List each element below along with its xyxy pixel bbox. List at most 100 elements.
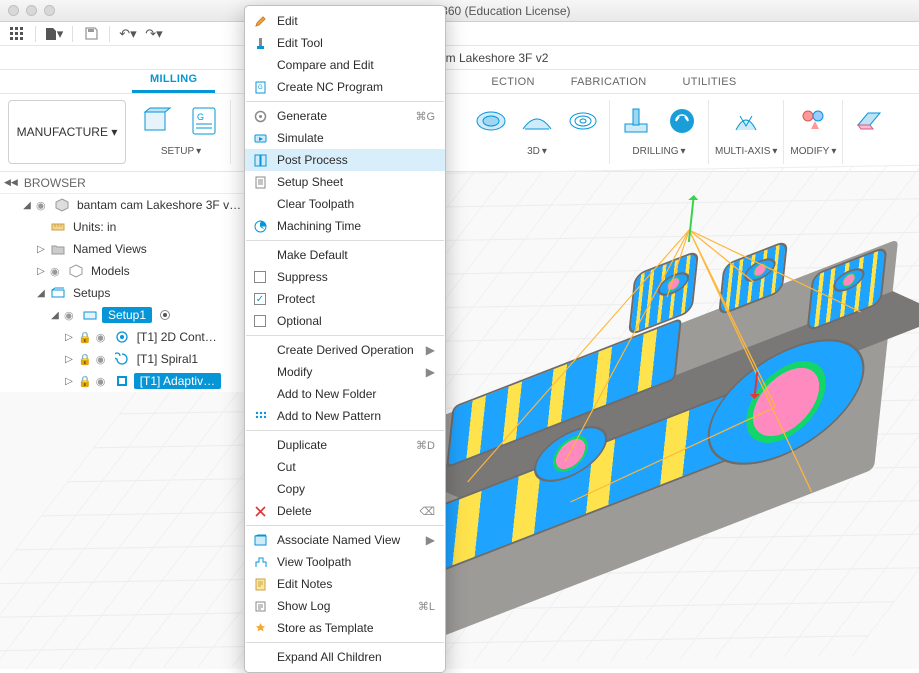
browser-op-spiral[interactable]: ▷ 🔒◉ [T1] Spiral1 <box>0 348 260 370</box>
menu-item-view-toolpath[interactable]: View Toolpath <box>245 551 445 573</box>
menu-item-label: Setup Sheet <box>277 175 435 189</box>
menu-item-label: Expand All Children <box>277 650 435 664</box>
browser-root[interactable]: ◢◉ bantam cam Lakeshore 3F v… <box>0 194 260 216</box>
menu-item-setup-sheet[interactable]: Setup Sheet <box>245 171 445 193</box>
browser-setup1[interactable]: ◢ ◉ Setup1 <box>0 304 260 326</box>
ribbon-group-setup-label[interactable]: SETUP ▾ <box>161 146 201 157</box>
menu-separator <box>246 335 444 336</box>
nc-icon: G <box>251 78 269 96</box>
submenu-arrow-icon: ▶ <box>426 533 435 547</box>
workspace-switcher[interactable]: MANUFACTURE ▾ <box>8 100 126 164</box>
menu-item-add-to-new-folder[interactable]: Add to New Folder <box>245 383 445 405</box>
pencil-icon <box>251 12 269 30</box>
3d-op1-icon[interactable] <box>471 101 511 141</box>
ribbon-group-multiaxis-label[interactable]: MULTI-AXIS ▾ <box>715 146 777 157</box>
app-grid-icon[interactable] <box>6 24 28 44</box>
menu-item-modify[interactable]: Modify▶ <box>245 361 445 383</box>
document-title-row: bantam cam Lakeshore 3F v2 <box>0 46 919 70</box>
browser-op-adaptive[interactable]: ▷ 🔒◉ [T1] Adaptiv… <box>0 370 260 392</box>
menu-item-edit[interactable]: Edit <box>245 10 445 32</box>
menu-item-machining-time[interactable]: Machining Time <box>245 215 445 237</box>
browser-setups[interactable]: ◢ Setups <box>0 282 260 304</box>
multiaxis-icon[interactable] <box>726 101 766 141</box>
drill-icon[interactable] <box>616 101 656 141</box>
blank-icon <box>251 312 269 330</box>
menu-item-optional[interactable]: Optional <box>245 310 445 332</box>
menu-item-create-derived-operation[interactable]: Create Derived Operation▶ <box>245 339 445 361</box>
ribbon-group-drilling-label[interactable]: DRILLING ▾ <box>632 146 685 157</box>
menu-item-create-nc-program[interactable]: G Create NC Program <box>245 76 445 98</box>
menu-item-clear-toolpath[interactable]: Clear Toolpath <box>245 193 445 215</box>
ribbon-group-setup: G SETUP ▾ <box>132 94 230 157</box>
undo-icon[interactable]: ↶▾ <box>117 24 139 44</box>
ribbon-group-modify-label[interactable]: MODIFY ▾ <box>790 146 836 157</box>
browser-header[interactable]: ◀◀ BROWSER <box>0 172 260 194</box>
submenu-arrow-icon: ▶ <box>426 365 435 379</box>
browser-units[interactable]: Units: in <box>0 216 260 238</box>
file-menu-icon[interactable]: ▾ <box>43 24 65 44</box>
log-icon <box>251 597 269 615</box>
menu-item-post-process[interactable]: Post Process <box>245 149 445 171</box>
menu-item-make-default[interactable]: Make Default <box>245 244 445 266</box>
menu-item-cut[interactable]: Cut <box>245 456 445 478</box>
menu-item-store-as-template[interactable]: Store as Template <box>245 617 445 639</box>
menu-item-associate-named-view[interactable]: Associate Named View▶ <box>245 529 445 551</box>
menu-item-label: Show Log <box>277 599 410 613</box>
template-icon <box>251 619 269 637</box>
setups-icon <box>50 285 66 301</box>
menu-item-compare-and-edit[interactable]: Compare and Edit <box>245 54 445 76</box>
menu-accelerator: ⌘L <box>418 600 435 613</box>
menu-item-delete[interactable]: Delete⌫ <box>245 500 445 522</box>
play-icon <box>251 129 269 147</box>
tab-utilities[interactable]: UTILITIES <box>665 71 755 93</box>
active-setup-indicator[interactable] <box>160 310 170 320</box>
menu-item-suppress[interactable]: Suppress <box>245 266 445 288</box>
menu-item-label: Add to New Folder <box>277 387 435 401</box>
tab-milling[interactable]: MILLING <box>132 68 215 93</box>
menu-item-simulate[interactable]: Simulate <box>245 127 445 149</box>
hole-recognition-icon[interactable] <box>662 101 702 141</box>
menu-item-show-log[interactable]: Show Log ⌘L <box>245 595 445 617</box>
menu-item-label: Suppress <box>277 270 435 284</box>
browser-op-2dcontour[interactable]: ▷ 🔒◉ [T1] 2D Cont… <box>0 326 260 348</box>
ribbon: MANUFACTURE ▾ G SETUP ▾ 3D ▾ DRILLING ▾ … <box>0 94 919 172</box>
blank-icon <box>251 56 269 74</box>
browser-models[interactable]: ▷◉ Models <box>0 260 260 282</box>
menu-item-copy[interactable]: Copy <box>245 478 445 500</box>
models-icon <box>68 263 84 279</box>
menu-item-edit-notes[interactable]: Edit Notes <box>245 573 445 595</box>
browser-named-views[interactable]: ▷ Named Views <box>0 238 260 260</box>
contour-op-icon <box>114 329 130 345</box>
blank-icon <box>251 458 269 476</box>
nc-program-icon[interactable]: G <box>184 101 224 141</box>
blank-icon <box>251 341 269 359</box>
submenu-arrow-icon: ▶ <box>426 343 435 357</box>
new-setup-icon[interactable] <box>138 101 178 141</box>
component-icon <box>54 197 70 213</box>
blank-icon: ✓ <box>251 290 269 308</box>
modify-icon[interactable] <box>793 101 833 141</box>
eraser-icon[interactable] <box>849 101 889 141</box>
menu-item-edit-tool[interactable]: Edit Tool <box>245 32 445 54</box>
tab-section-truncated[interactable]: ECTION <box>491 71 552 93</box>
menu-item-duplicate[interactable]: Duplicate⌘D <box>245 434 445 456</box>
delete-icon <box>251 502 269 520</box>
ribbon-group-extra <box>843 94 895 144</box>
3d-op3-icon[interactable] <box>563 101 603 141</box>
sheet-icon <box>251 173 269 191</box>
menu-item-generate[interactable]: Generate⌘G <box>245 105 445 127</box>
ribbon-group-3d-label[interactable]: 3D ▾ <box>527 146 547 157</box>
tool-icon <box>251 34 269 52</box>
menu-item-protect[interactable]: ✓Protect <box>245 288 445 310</box>
save-icon[interactable] <box>80 24 102 44</box>
tab-fabrication[interactable]: FABRICATION <box>553 71 665 93</box>
blank-icon <box>251 268 269 286</box>
redo-icon[interactable]: ↷▾ <box>143 24 165 44</box>
menu-separator <box>246 642 444 643</box>
menu-item-add-to-new-pattern[interactable]: Add to New Pattern <box>245 405 445 427</box>
menu-item-label: Generate <box>277 109 407 123</box>
3d-op2-icon[interactable] <box>517 101 557 141</box>
menu-item-label: Create NC Program <box>277 80 435 94</box>
menu-item-expand-all-children[interactable]: Expand All Children <box>245 646 445 668</box>
menu-item-label: Simulate <box>277 131 435 145</box>
